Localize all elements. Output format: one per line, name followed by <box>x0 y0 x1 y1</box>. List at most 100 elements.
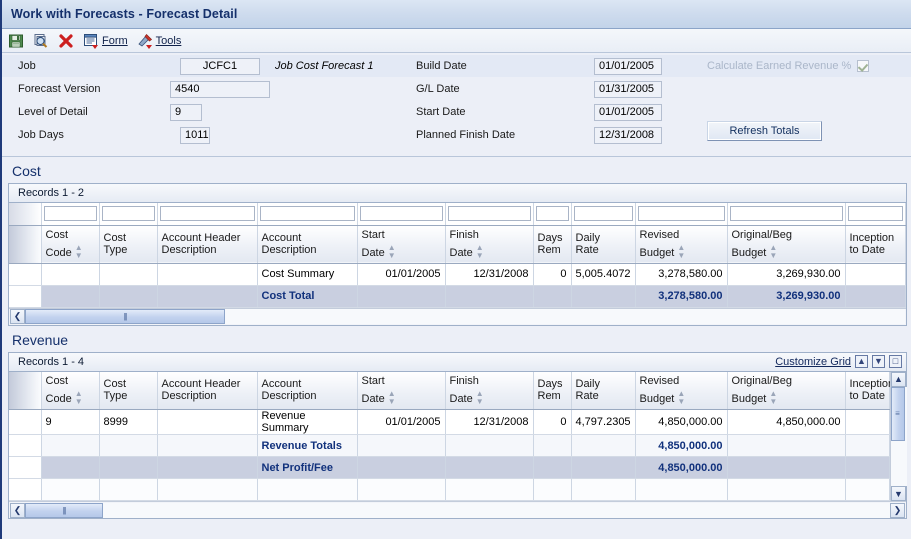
table-row[interactable]: 9 8999 Revenue Summary 01/01/2005 12/31/… <box>9 409 890 435</box>
calculate-earned-revenue-checkbox[interactable] <box>857 60 870 72</box>
cell-revised-budget[interactable] <box>635 478 728 501</box>
row-selector[interactable] <box>9 434 42 457</box>
save-button[interactable] <box>8 33 24 49</box>
revenue-vscroll-thumb[interactable]: ≡ <box>890 386 905 441</box>
col-inception-to-date[interactable]: Inception to Date <box>845 225 906 264</box>
scroll-right-icon[interactable]: ❯ <box>890 502 905 518</box>
row-selector[interactable] <box>9 456 42 479</box>
col-account-header-description[interactable]: Account Header Description <box>157 225 258 264</box>
cell-finish-date[interactable] <box>445 478 534 501</box>
cell-days-rem[interactable]: 0 <box>533 409 572 435</box>
col-days-rem[interactable]: Days Rem <box>533 371 572 410</box>
col-account-description[interactable]: Account Description <box>257 225 358 264</box>
qbe-revised-budget[interactable] <box>635 203 728 226</box>
cell-account-header-description[interactable] <box>157 409 258 435</box>
cost-scroll-track[interactable]: ||| <box>25 309 905 324</box>
tools-menu-button[interactable]: Tools <box>137 33 181 49</box>
cell-revised-budget[interactable]: 4,850,000.00 <box>635 409 728 435</box>
col-finish-date[interactable]: Finish Date ▲ ▼ <box>445 225 534 264</box>
cell-inception-to-date[interactable] <box>845 409 890 435</box>
cell-daily-rate[interactable]: 4,797.2305 <box>571 409 636 435</box>
col-account-description[interactable]: Account Description <box>257 371 358 410</box>
col-cost-type[interactable]: Cost Type <box>99 225 158 264</box>
row-selector[interactable] <box>9 478 42 501</box>
revenue-scroll-thumb[interactable]: ||| <box>25 502 103 518</box>
col-inception-to-date[interactable]: Inception to Date <box>845 371 890 410</box>
col-cost-type[interactable]: Cost Type <box>99 371 158 410</box>
col-start-date[interactable]: Start Date ▲ ▼ <box>357 371 446 410</box>
cell-days-rem[interactable]: 0 <box>533 263 572 286</box>
revenue-horizontal-scrollbar[interactable]: ❮ ||| ❯ <box>9 501 906 518</box>
col-days-rem[interactable]: Days Rem <box>533 225 572 264</box>
refresh-totals-button[interactable]: Refresh Totals <box>707 121 822 141</box>
level-of-detail-field[interactable]: 9 <box>170 103 202 121</box>
col-daily-rate[interactable]: Daily Rate <box>571 371 636 410</box>
revenue-vscroll-track[interactable]: ≡ <box>890 386 907 486</box>
form-menu-button[interactable]: Form <box>83 33 128 49</box>
col-daily-rate[interactable]: Daily Rate <box>571 225 636 264</box>
cell-cost-type[interactable] <box>99 478 158 501</box>
cell-account-description[interactable]: Cost Summary <box>257 263 358 286</box>
cell-original-beg-budget[interactable]: 3,269,930.00 <box>727 263 846 286</box>
qbe-daily-rate[interactable] <box>571 203 636 226</box>
find-button[interactable] <box>33 33 49 49</box>
cell-cost-code[interactable] <box>41 263 100 286</box>
qbe-account-header-description[interactable] <box>157 203 258 226</box>
qbe-account-description[interactable] <box>257 203 358 226</box>
col-original-beg-budget[interactable]: Original/Beg Budget ▲ ▼ <box>727 225 846 264</box>
cell-daily-rate[interactable] <box>571 478 636 501</box>
job-days-field[interactable]: 1011 <box>180 126 210 144</box>
gl-date-field[interactable]: 01/31/2005 <box>594 80 662 98</box>
col-finish-date[interactable]: Finish Date ▲ ▼ <box>445 371 534 410</box>
cell-days-rem[interactable] <box>533 478 572 501</box>
export-up-icon[interactable]: ▲ <box>855 355 868 368</box>
qbe-start-date[interactable] <box>357 203 446 226</box>
col-revised-budget[interactable]: Revised Budget ▲ ▼ <box>635 225 728 264</box>
qbe-cost-code[interactable] <box>41 203 100 226</box>
cell-inception-to-date[interactable] <box>845 263 906 286</box>
col-cost-code[interactable]: Cost Code ▲ ▼ <box>41 371 100 410</box>
table-row[interactable]: Cost Summary 01/01/2005 12/31/2008 0 5,0… <box>9 263 906 286</box>
col-start-date[interactable]: Start Date ▲ ▼ <box>357 225 446 264</box>
qbe-cost-type[interactable] <box>99 203 158 226</box>
cell-cost-type[interactable]: 8999 <box>99 409 158 435</box>
qbe-original-beg-budget[interactable] <box>727 203 846 226</box>
cell-account-description[interactable]: Revenue Summary <box>257 409 358 435</box>
revenue-scroll-track[interactable]: ||| <box>25 502 890 518</box>
build-date-field[interactable]: 01/01/2005 <box>594 57 662 75</box>
scroll-down-icon[interactable]: ▼ <box>891 486 906 501</box>
row-selector[interactable] <box>9 285 42 308</box>
cell-account-header-description[interactable] <box>157 478 258 501</box>
forecast-version-field[interactable]: 4540 <box>170 80 270 98</box>
cost-horizontal-scrollbar[interactable]: ❮ ||| <box>9 307 906 325</box>
cell-inception-to-date[interactable] <box>845 478 890 501</box>
cell-cost-type[interactable] <box>99 263 158 286</box>
cell-account-description[interactable] <box>257 478 358 501</box>
revenue-vertical-scrollbar[interactable]: ▲ ≡ ▼ <box>890 371 907 501</box>
cell-original-beg-budget[interactable]: 4,850,000.00 <box>727 409 846 435</box>
cell-cost-code[interactable] <box>41 478 100 501</box>
row-selector[interactable] <box>9 409 42 435</box>
cost-scroll-thumb[interactable]: ||| <box>25 309 225 324</box>
row-selector[interactable] <box>9 263 42 286</box>
cell-account-header-description[interactable] <box>157 263 258 286</box>
table-row[interactable] <box>9 478 890 501</box>
planned-finish-date-field[interactable]: 12/31/2008 <box>594 126 662 144</box>
cell-start-date[interactable]: 01/01/2005 <box>357 409 446 435</box>
scroll-up-icon[interactable]: ▲ <box>891 371 906 387</box>
customize-grid-link[interactable]: Customize Grid <box>775 356 851 368</box>
scroll-left-icon[interactable]: ❮ <box>10 309 25 324</box>
col-original-beg-budget[interactable]: Original/Beg Budget ▲ ▼ <box>727 371 846 410</box>
job-field[interactable]: JCFC1 <box>180 57 260 75</box>
qbe-finish-date[interactable] <box>445 203 534 226</box>
start-date-field[interactable]: 01/01/2005 <box>594 103 662 121</box>
qbe-days-rem[interactable] <box>533 203 572 226</box>
cell-finish-date[interactable]: 12/31/2008 <box>445 263 534 286</box>
delete-button[interactable] <box>58 33 74 49</box>
qbe-inception-to-date[interactable] <box>845 203 906 226</box>
col-cost-code[interactable]: Cost Code ▲ ▼ <box>41 225 100 264</box>
col-revised-budget[interactable]: Revised Budget ▲ ▼ <box>635 371 728 410</box>
cell-revised-budget[interactable]: 3,278,580.00 <box>635 263 728 286</box>
cell-start-date[interactable] <box>357 478 446 501</box>
scroll-left-icon[interactable]: ❮ <box>10 502 25 518</box>
